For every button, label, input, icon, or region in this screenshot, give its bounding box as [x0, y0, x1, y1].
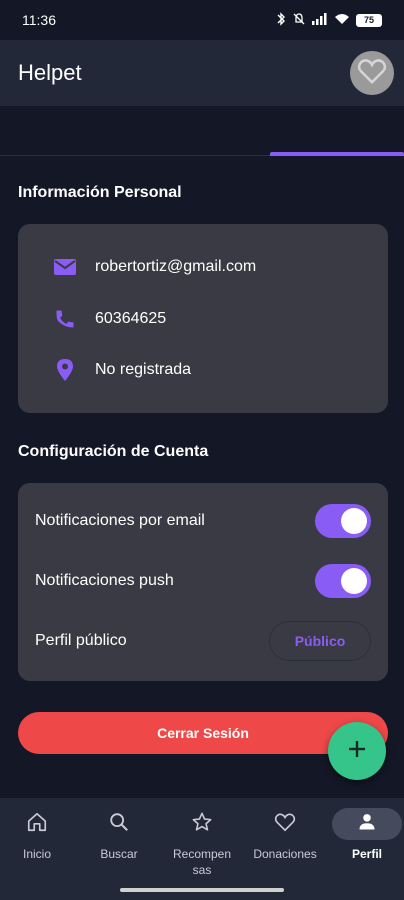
heart-icon — [357, 57, 387, 90]
wifi-icon — [334, 13, 350, 28]
battery-icon: 75 — [356, 13, 382, 27]
app-title: Helpet — [18, 60, 82, 85]
tab-bar — [0, 106, 404, 156]
bottom-nav: Inicio Buscar Recompensas Donaciones Per… — [0, 798, 404, 900]
nav-item-inicio[interactable]: Inicio — [0, 808, 77, 878]
nav-item-buscar[interactable]: Buscar — [79, 808, 159, 878]
nav-icon-wrap — [255, 808, 315, 840]
account-settings-title: Configuración de Cuenta — [18, 443, 209, 460]
push-notifications-row: Notificaciones push — [18, 561, 388, 601]
public-profile-row: Perfil público Público — [18, 621, 388, 661]
toggle-knob — [341, 568, 367, 594]
tab-active-indicator — [270, 152, 404, 156]
phone-row: 60364625 — [18, 304, 388, 334]
bluetooth-icon — [276, 11, 286, 29]
app-bar: Helpet — [0, 40, 404, 106]
status-icons: 75 — [276, 11, 382, 29]
email-notifications-label: Notificaciones por email — [35, 512, 205, 529]
location-icon — [52, 357, 78, 383]
nav-label-perfil: Perfil — [351, 847, 382, 861]
nav-label-donaciones: Donaciones — [253, 847, 317, 861]
mute-icon — [292, 12, 306, 29]
star-icon — [191, 811, 213, 838]
email-value: robertortiz@gmail.com — [95, 258, 257, 275]
phone-value: 60364625 — [95, 310, 167, 327]
email-row: robertortiz@gmail.com — [18, 252, 388, 282]
nav-item-recompensas[interactable]: Recompensas — [162, 808, 242, 878]
public-profile-label: Perfil público — [35, 632, 127, 649]
address-value: No registrada — [95, 361, 192, 378]
home-icon — [26, 811, 48, 838]
email-icon — [52, 254, 78, 280]
phone-icon — [52, 306, 78, 332]
nav-label-recompensas: Recompensas — [172, 847, 232, 877]
personal-info-card: robertortiz@gmail.com 60364625 No regist… — [18, 224, 388, 413]
email-notifications-toggle[interactable] — [315, 504, 371, 538]
toggle-knob — [341, 508, 367, 534]
email-notifications-row: Notificaciones por email — [18, 501, 388, 541]
public-profile-button[interactable]: Público — [269, 621, 371, 661]
status-time: 11:36 — [22, 12, 56, 28]
nav-item-perfil[interactable]: Perfil — [327, 808, 404, 878]
home-indicator[interactable] — [120, 888, 284, 892]
address-row: No registrada — [18, 355, 388, 385]
add-button[interactable] — [328, 722, 386, 780]
push-notifications-toggle[interactable] — [315, 564, 371, 598]
heart-icon — [274, 812, 296, 837]
nav-icon-wrap — [7, 808, 67, 840]
push-notifications-label: Notificaciones push — [35, 572, 174, 589]
nav-item-donaciones[interactable]: Donaciones — [245, 808, 325, 878]
nav-icon-wrap — [332, 808, 402, 840]
personal-info-title: Información Personal — [18, 184, 182, 201]
nav-icon-wrap — [172, 808, 232, 840]
nav-label-buscar: Buscar — [100, 847, 138, 861]
person-icon — [357, 812, 377, 837]
search-icon — [108, 811, 130, 838]
status-bar: 11:36 75 — [0, 0, 404, 40]
nav-label-inicio: Inicio — [22, 847, 51, 861]
signal-icon — [312, 12, 328, 28]
avatar[interactable] — [350, 51, 394, 95]
account-settings-card: Notificaciones por email Notificaciones … — [18, 483, 388, 681]
nav-icon-wrap — [89, 808, 149, 840]
plus-icon — [347, 739, 367, 764]
